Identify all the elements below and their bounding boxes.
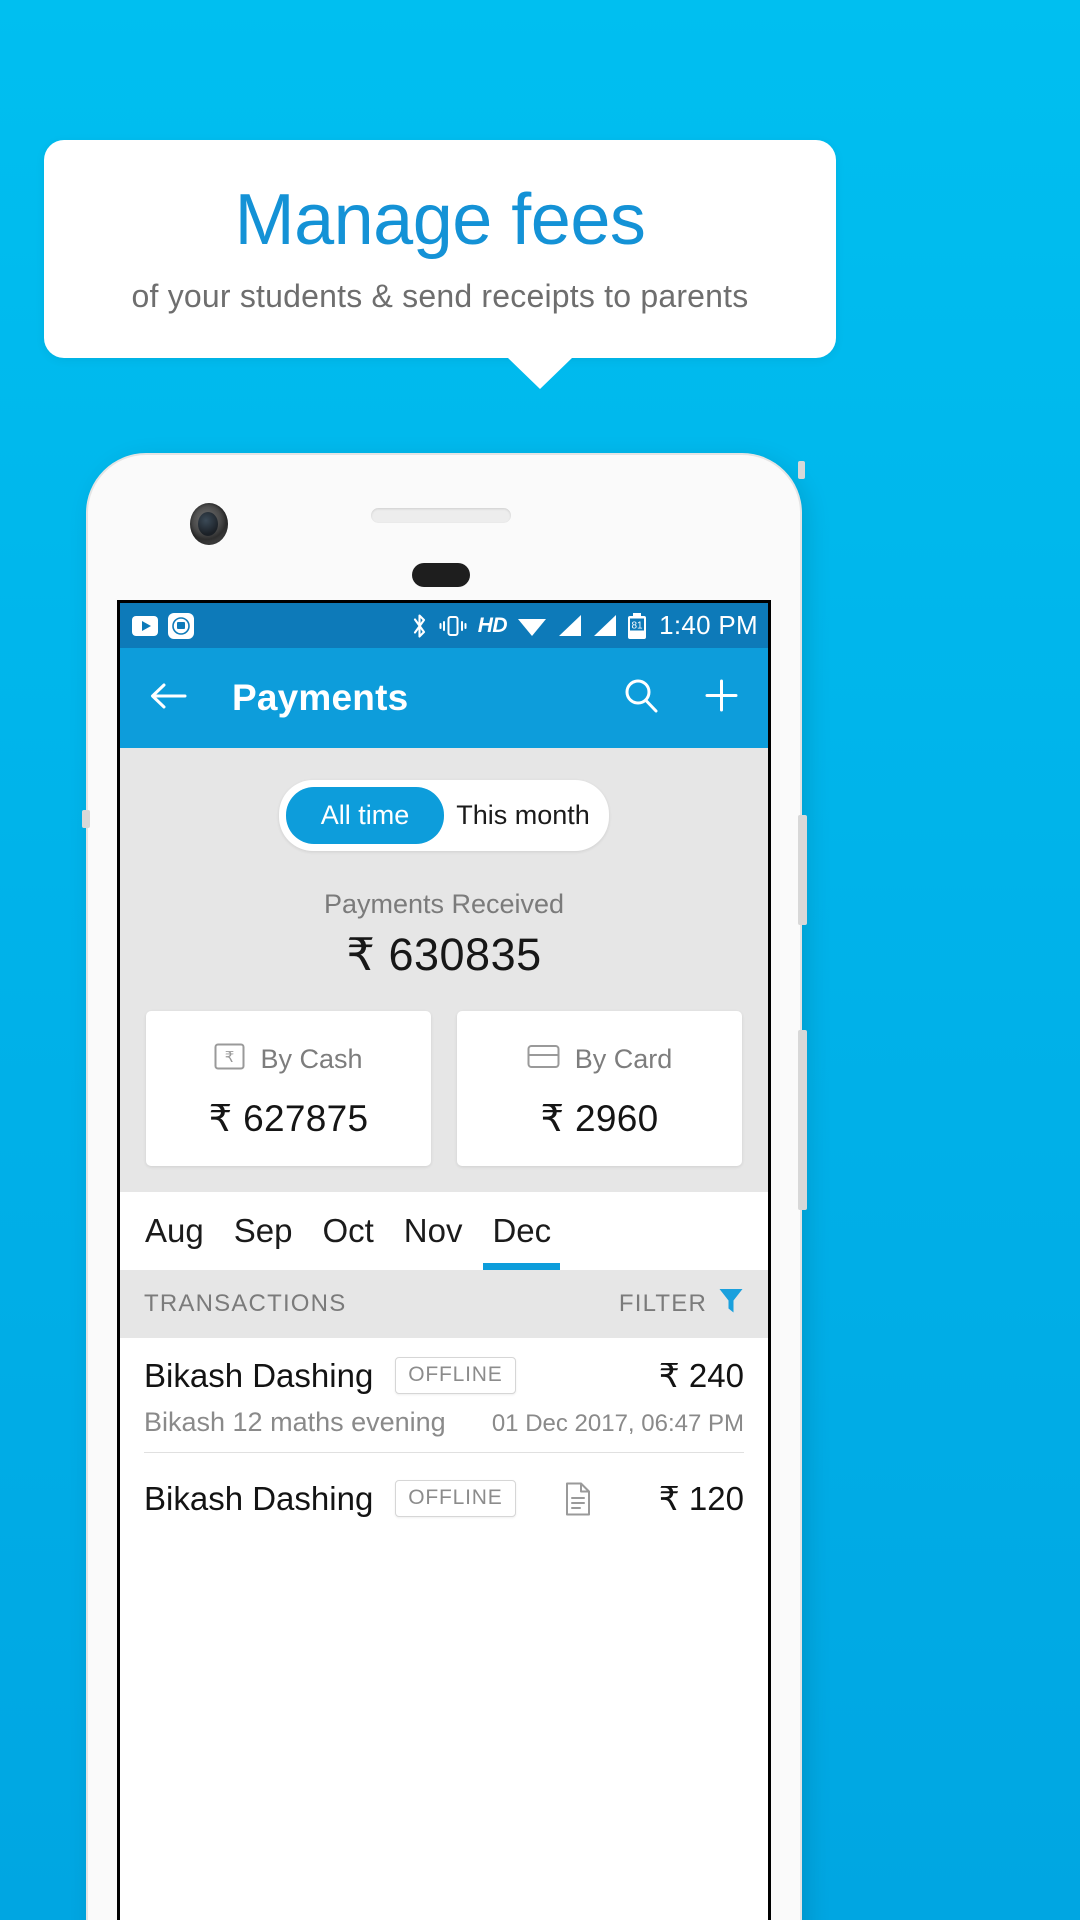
phone-power-button	[798, 815, 807, 925]
by-card-amount: ₹ 2960	[540, 1098, 659, 1139]
transactions-header: TRANSACTIONS FILTER	[120, 1270, 768, 1338]
search-icon[interactable]	[622, 677, 659, 719]
earpiece-speaker	[371, 508, 511, 523]
status-badge: OFFLINE	[395, 1357, 516, 1394]
wifi-icon	[517, 614, 547, 637]
month-tab-sep[interactable]: Sep	[219, 1192, 308, 1270]
transaction-name: Bikash Dashing	[144, 1356, 374, 1394]
phone-antenna-band	[798, 461, 805, 479]
by-cash-amount: ₹ 627875	[208, 1098, 369, 1139]
proximity-sensor	[412, 563, 470, 587]
receipt-icon[interactable]	[564, 1482, 592, 1516]
signal-2-icon	[592, 614, 617, 637]
month-tab-oct[interactable]: Oct	[307, 1192, 388, 1270]
segment-this-month[interactable]: This month	[444, 787, 602, 844]
by-cash-label: By Cash	[260, 1043, 363, 1074]
payments-received-label: Payments Received	[323, 889, 565, 919]
transaction-name: Bikash Dashing	[144, 1479, 374, 1517]
time-range-toggle[interactable]: All time This month	[279, 780, 609, 851]
battery-level-text: 81	[632, 620, 644, 631]
filter-button[interactable]: FILTER	[619, 1287, 744, 1322]
vibrate-icon	[438, 614, 468, 638]
filter-label: FILTER	[618, 1290, 707, 1317]
month-tab-aug[interactable]: Aug	[130, 1192, 219, 1270]
status-badge: OFFLINE	[395, 1480, 516, 1517]
table-row[interactable]: Bikash Dashing OFFLINE ₹ 240 Bikash 12 m…	[120, 1338, 768, 1453]
promo-screenshot: Manage fees of your students & send rece…	[0, 0, 1080, 1920]
bluetooth-icon	[411, 613, 428, 639]
app-bar: Payments	[120, 648, 768, 748]
phone-left-band	[82, 810, 90, 828]
payments-received-amount: ₹ 630835	[346, 929, 542, 980]
youtube-icon	[132, 615, 158, 636]
front-camera-icon	[190, 503, 228, 545]
svg-text:₹: ₹	[225, 1049, 235, 1066]
transaction-date: 01 Dec 2017, 06:47 PM	[491, 1410, 744, 1437]
signal-1-icon	[557, 614, 582, 637]
phone-screen: HD 81 1:40 PM Payments All time This mon…	[117, 600, 771, 1920]
back-arrow-icon[interactable]	[148, 680, 188, 717]
payments-summary: All time This month Payments Received ₹ …	[120, 748, 768, 1192]
by-card-card[interactable]: By Card ₹ 2960	[457, 1011, 742, 1166]
status-bar: HD 81 1:40 PM	[120, 603, 768, 648]
month-tab-dec[interactable]: Dec	[477, 1192, 566, 1270]
promo-bubble-tail	[507, 357, 573, 389]
promo-bubble: Manage fees of your students & send rece…	[44, 140, 836, 358]
rupee-note-icon: ₹	[214, 1041, 245, 1077]
funnel-icon[interactable]	[718, 1287, 744, 1322]
battery-icon: 81	[627, 612, 647, 639]
promo-title: Manage fees	[234, 179, 646, 260]
promo-subtitle: of your students & send receipts to pare…	[131, 277, 749, 314]
status-bar-clock: 1:40 PM	[659, 610, 758, 640]
month-tab-nov[interactable]: Nov	[389, 1192, 478, 1270]
transactions-title: TRANSACTIONS	[144, 1290, 347, 1317]
screen-recorder-icon	[168, 612, 194, 639]
month-tabs[interactable]: Aug Sep Oct Nov Dec	[120, 1192, 768, 1270]
phone-mockup: HD 81 1:40 PM Payments All time This mon…	[82, 455, 807, 1920]
plus-icon[interactable]	[703, 677, 740, 719]
table-row[interactable]: Bikash Dashing OFFLINE ₹ 120	[120, 1453, 768, 1518]
hd-icon: HD	[477, 613, 508, 637]
payment-method-cards: ₹ By Cash ₹ 627875 By Card ₹ 2960	[120, 981, 768, 1192]
transaction-amount: ₹ 240	[658, 1357, 744, 1394]
segment-all-time[interactable]: All time	[286, 787, 444, 844]
transaction-description: Bikash 12 maths evening	[144, 1407, 446, 1437]
transactions-list: Bikash Dashing OFFLINE ₹ 240 Bikash 12 m…	[120, 1338, 768, 1518]
by-cash-card[interactable]: ₹ By Cash ₹ 627875	[146, 1011, 431, 1166]
phone-volume-button	[798, 1030, 807, 1210]
by-card-label: By Card	[574, 1043, 673, 1074]
credit-card-icon	[527, 1041, 560, 1077]
page-title: Payments	[232, 677, 409, 718]
transaction-amount: ₹ 120	[658, 1480, 744, 1517]
